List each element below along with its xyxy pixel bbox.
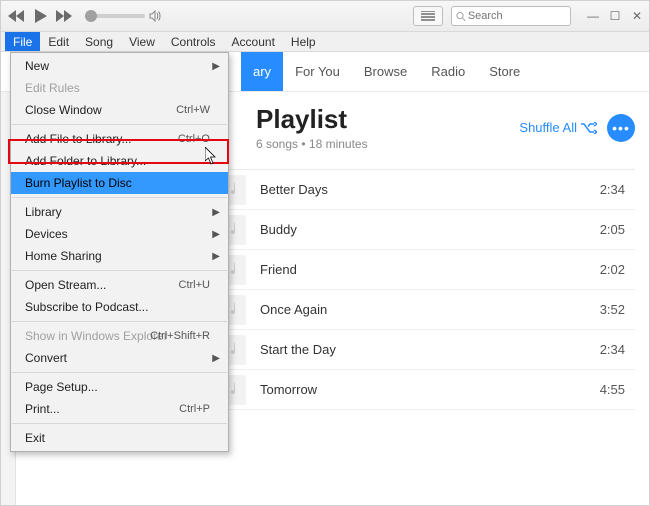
track-title: Buddy (260, 222, 600, 237)
menu-item-label: Subscribe to Podcast... (25, 300, 148, 314)
shuffle-icon (581, 122, 597, 134)
menu-separator (12, 270, 227, 271)
playlist-title: Playlist (256, 104, 519, 135)
menu-item-add-folder-to-library[interactable]: Add Folder to Library... (11, 150, 228, 172)
submenu-arrow-icon: ▶ (212, 251, 220, 262)
menu-item-label: New (25, 59, 49, 73)
submenu-arrow-icon: ▶ (212, 353, 220, 364)
menu-separator (12, 423, 227, 424)
file-menu-dropdown: New ▶ Edit Rules Close Window Ctrl+W Add File… (10, 52, 229, 452)
menu-item-burn-playlist-to-disc[interactable]: Burn Playlist to Disc (11, 172, 228, 194)
next-track-button[interactable] (53, 5, 75, 27)
menu-file[interactable]: File (5, 32, 40, 51)
menu-item-label: Home Sharing (25, 249, 102, 263)
menu-item-shortcut: Ctrl+O (178, 133, 210, 145)
track-title: Start the Day (260, 342, 600, 357)
menu-item-add-file-to-library[interactable]: Add File to Library... Ctrl+O (11, 128, 228, 150)
playlist-subtitle: 6 songs • 18 minutes (256, 137, 519, 151)
playback-controls (5, 5, 161, 27)
track-duration: 2:02 (600, 262, 635, 277)
menu-item-label: Convert (25, 351, 67, 365)
track-duration: 2:34 (600, 342, 635, 357)
menu-separator (12, 124, 227, 125)
menu-item-subscribe-to-podcast[interactable]: Subscribe to Podcast... (11, 296, 228, 318)
play-button[interactable] (29, 5, 51, 27)
menu-item-new[interactable]: New ▶ (11, 55, 228, 77)
menu-item-label: Print... (25, 402, 60, 416)
menu-item-exit[interactable]: Exit (11, 427, 228, 449)
menu-item-devices[interactable]: Devices ▶ (11, 223, 228, 245)
tab-browse[interactable]: Browse (352, 52, 419, 91)
track-duration: 3:52 (600, 302, 635, 317)
menu-item-label: Show in Windows Explorer (25, 329, 168, 343)
menu-view[interactable]: View (121, 32, 163, 51)
menu-item-label: Close Window (25, 103, 102, 117)
menu-help[interactable]: Help (283, 32, 324, 51)
more-actions-button[interactable]: ••• (607, 114, 635, 142)
titlebar: — ☐ ✕ (1, 1, 649, 32)
menu-item-label: Page Setup... (25, 380, 98, 394)
track-title: Friend (260, 262, 600, 277)
menu-account[interactable]: Account (224, 32, 283, 51)
menu-item-label: Exit (25, 431, 45, 445)
menu-item-convert[interactable]: Convert ▶ (11, 347, 228, 369)
menu-song[interactable]: Song (77, 32, 121, 51)
menu-item-shortcut: Ctrl+P (179, 403, 210, 415)
menu-edit[interactable]: Edit (40, 32, 77, 51)
menu-item-show-in-windows-explorer: Show in Windows ExplorerCtrl+Shift+R (11, 325, 228, 347)
shuffle-all-button[interactable]: Shuffle All (519, 120, 597, 135)
track-title: Once Again (260, 302, 600, 317)
menu-item-shortcut: Ctrl+U (179, 279, 210, 291)
submenu-arrow-icon: ▶ (212, 207, 220, 218)
menu-item-library[interactable]: Library ▶ (11, 201, 228, 223)
volume-icon (149, 10, 161, 22)
search-icon (456, 11, 466, 22)
tab-radio[interactable]: Radio (419, 52, 477, 91)
menu-item-shortcut: Ctrl+W (176, 104, 210, 116)
track-duration: 2:05 (600, 222, 635, 237)
search-field[interactable] (468, 10, 566, 22)
tab-for-you[interactable]: For You (283, 52, 352, 91)
menu-item-label: Open Stream... (25, 278, 106, 292)
minimize-button[interactable]: — (585, 8, 601, 24)
menu-item-shortcut: Ctrl+Shift+R (150, 330, 210, 342)
shuffle-label: Shuffle All (519, 120, 577, 135)
menu-item-label: Devices (25, 227, 68, 241)
menu-separator (12, 372, 227, 373)
submenu-arrow-icon: ▶ (212, 229, 220, 240)
menu-item-label: Burn Playlist to Disc (25, 176, 132, 190)
maximize-button[interactable]: ☐ (607, 8, 623, 24)
menu-item-open-stream[interactable]: Open Stream... Ctrl+U (11, 274, 228, 296)
volume-control[interactable] (85, 10, 161, 22)
list-view-button[interactable] (413, 6, 443, 26)
tab-library[interactable]: ary (241, 52, 283, 91)
menu-item-label: Library (25, 205, 62, 219)
menu-item-home-sharing[interactable]: Home Sharing ▶ (11, 245, 228, 267)
menu-controls[interactable]: Controls (163, 32, 224, 51)
cursor-icon (205, 147, 219, 168)
track-title: Tomorrow (260, 382, 600, 397)
menubar: File Edit Song View Controls Account Hel… (1, 32, 649, 52)
menu-item-label: Add Folder to Library... (25, 154, 146, 168)
menu-item-close-window[interactable]: Close Window Ctrl+W (11, 99, 228, 121)
tab-store[interactable]: Store (477, 52, 532, 91)
track-duration: 4:55 (600, 382, 635, 397)
menu-item-page-setup[interactable]: Page Setup... (11, 376, 228, 398)
menu-item-print[interactable]: Print... Ctrl+P (11, 398, 228, 420)
menu-separator (12, 197, 227, 198)
menu-item-label: Edit Rules (25, 81, 80, 95)
previous-track-button[interactable] (5, 5, 27, 27)
submenu-arrow-icon: ▶ (212, 61, 220, 72)
close-button[interactable]: ✕ (629, 8, 645, 24)
menu-item-edit-rules: Edit Rules (11, 77, 228, 99)
track-duration: 2:34 (600, 182, 635, 197)
search-input[interactable] (451, 6, 571, 26)
volume-slider[interactable] (85, 14, 145, 18)
menu-item-label: Add File to Library... (25, 132, 132, 146)
track-title: Better Days (260, 182, 600, 197)
menu-separator (12, 321, 227, 322)
